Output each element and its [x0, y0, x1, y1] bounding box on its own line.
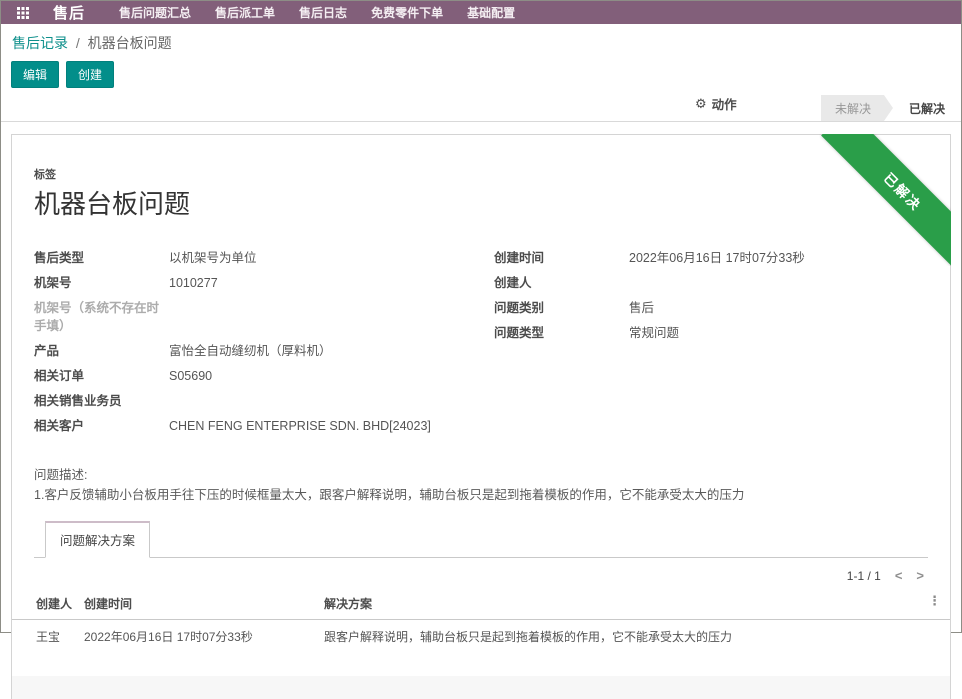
field-value: 以机架号为单位	[169, 249, 257, 267]
field-label: 产品	[34, 342, 169, 360]
breadcrumb-parent-link[interactable]: 售后记录	[12, 35, 68, 51]
status-state-unresolved[interactable]: 未解决	[821, 95, 893, 121]
table-header-row: 创建人 创建时间 解决方案 ⋮	[12, 587, 950, 620]
apps-grid-icon[interactable]	[17, 7, 29, 19]
issue-description-text: 1.客户反馈辅助小台板用手往下压的时候框量太大，跟客户解释说明，辅助台板只是起到…	[34, 485, 928, 505]
field-creator: 创建人	[494, 270, 928, 295]
field-value: 1010277	[169, 274, 218, 292]
solutions-table: 创建人 创建时间 解决方案 ⋮ 王宝 2022年06月16日 17时07分33秒…	[12, 587, 950, 699]
column-header-creator[interactable]: 创建人	[12, 595, 84, 612]
field-service-type: 售后类型 以机架号为单位	[34, 245, 468, 270]
field-group-left: 售后类型 以机架号为单位 机架号 1010277 机架号（系统不存在时手填） 产…	[34, 245, 468, 438]
notebook-tabs: 问题解决方案	[34, 520, 928, 558]
field-value: CHEN FENG ENTERPRISE SDN. BHD[24023]	[169, 417, 431, 435]
column-header-create-time[interactable]: 创建时间	[84, 595, 324, 612]
empty-stripe	[12, 676, 950, 699]
action-menu-label: 动作	[712, 94, 737, 113]
field-grid: 售后类型 以机架号为单位 机架号 1010277 机架号（系统不存在时手填） 产…	[34, 245, 928, 438]
field-issue-category: 问题类别 售后	[494, 295, 928, 320]
field-related-order: 相关订单 S05690	[34, 363, 468, 388]
nav-item-dispatch-order[interactable]: 售后派工单	[215, 4, 275, 21]
field-label: 创建时间	[494, 249, 629, 267]
pager-range: 1-1 / 1	[847, 569, 881, 583]
breadcrumb-current: 机器台板问题	[88, 35, 172, 51]
pager: 1-1 / 1 < >	[34, 568, 928, 583]
status-bar: 未解决 已解决	[1, 95, 961, 122]
field-label: 相关订单	[34, 367, 169, 385]
field-create-time: 创建时间 2022年06月16日 17时07分33秒	[494, 245, 928, 270]
nav-item-issue-summary[interactable]: 售后问题汇总	[119, 4, 191, 21]
status-state-resolved[interactable]: 已解决	[893, 95, 961, 121]
record-title: 机器台板问题	[34, 184, 928, 221]
breadcrumb: 售后记录 / 机器台板问题	[11, 33, 945, 53]
field-group-right: 创建时间 2022年06月16日 17时07分33秒 创建人 问题类别 售后 问…	[494, 245, 928, 438]
create-button[interactable]: 创建	[66, 61, 114, 88]
field-value: 富怡全自动缝纫机（厚料机）	[169, 342, 332, 360]
field-label: 机架号	[34, 274, 169, 292]
edit-button[interactable]: 编辑	[11, 61, 59, 88]
gear-icon: ⚙	[695, 96, 707, 112]
field-related-salesperson: 相关销售业务员	[34, 388, 468, 413]
nav-item-base-config[interactable]: 基础配置	[467, 4, 515, 21]
field-value: 2022年06月16日 17时07分33秒	[629, 249, 805, 267]
cell-solution: 跟客户解释说明，辅助台板只是起到拖着模板的作用，它不能承受太大的压力	[324, 628, 950, 645]
tag-field-label: 标签	[34, 135, 928, 182]
issue-description-label: 问题描述:	[34, 465, 928, 485]
control-panel: 售后记录 / 机器台板问题 编辑 创建 ⚙ 动作	[1, 24, 961, 86]
breadcrumb-separator: /	[76, 35, 80, 51]
field-value: S05690	[169, 367, 212, 385]
nav-item-free-parts-order[interactable]: 免费零件下单	[371, 4, 443, 21]
action-menu-button[interactable]: ⚙ 动作	[695, 94, 737, 113]
app-title: 售后	[53, 2, 85, 23]
field-label: 机架号（系统不存在时手填）	[34, 299, 169, 335]
field-label: 相关销售业务员	[34, 392, 169, 410]
tab-solutions[interactable]: 问题解决方案	[45, 521, 150, 558]
button-row: 编辑 创建	[11, 62, 945, 86]
nav-menu: 售后问题汇总 售后派工单 售后日志 免费零件下单 基础配置	[119, 4, 515, 21]
issue-description: 问题描述: 1.客户反馈辅助小台板用手往下压的时候框量太大，跟客户解释说明，辅助…	[34, 465, 928, 505]
field-label: 创建人	[494, 274, 629, 292]
field-product: 产品 富怡全自动缝纫机（厚料机）	[34, 338, 468, 363]
nav-item-service-log[interactable]: 售后日志	[299, 4, 347, 21]
field-related-customer: 相关客户 CHEN FENG ENTERPRISE SDN. BHD[24023…	[34, 413, 468, 438]
field-label: 问题类别	[494, 299, 629, 317]
cell-create-time: 2022年06月16日 17时07分33秒	[84, 628, 324, 645]
field-frame-number-manual: 机架号（系统不存在时手填）	[34, 295, 468, 338]
pager-next-icon[interactable]: >	[916, 568, 924, 583]
column-header-solution[interactable]: 解决方案	[324, 595, 950, 612]
pager-previous-icon[interactable]: <	[895, 568, 903, 583]
field-label: 相关客户	[34, 417, 169, 435]
field-issue-type: 问题类型 常规问题	[494, 320, 928, 345]
field-value: 售后	[629, 299, 654, 317]
form-sheet: 已解决 标签 机器台板问题 售后类型 以机架号为单位 机架号 1010277 机…	[11, 134, 951, 699]
cell-creator: 王宝	[12, 628, 84, 645]
field-value: 常规问题	[629, 324, 679, 342]
table-row[interactable]: 王宝 2022年06月16日 17时07分33秒 跟客户解释说明，辅助台板只是起…	[12, 620, 950, 653]
field-label: 售后类型	[34, 249, 169, 267]
field-label: 问题类型	[494, 324, 629, 342]
optional-columns-icon[interactable]: ⋮	[928, 593, 941, 609]
top-navbar: 售后 售后问题汇总 售后派工单 售后日志 免费零件下单 基础配置	[1, 1, 961, 24]
field-frame-number: 机架号 1010277	[34, 270, 468, 295]
